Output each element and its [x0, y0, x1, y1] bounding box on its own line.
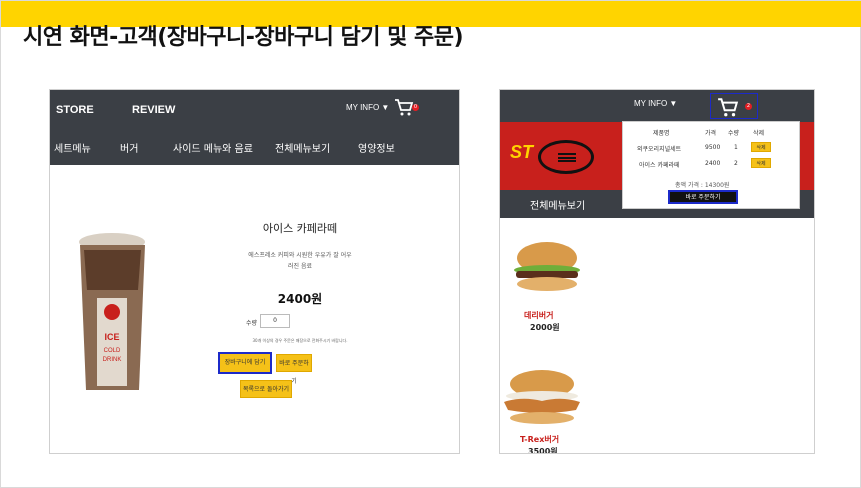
quantity-input[interactable]: 0 [260, 314, 290, 328]
svg-text:DRINK: DRINK [103, 357, 122, 363]
svg-text:ICE: ICE [104, 332, 119, 342]
product-detail-screenshot: STORE REVIEW MY INFO ▼ 0 세트메뉴 버거 사이드 메뉴와… [49, 89, 460, 454]
cart-row-1-name: 외쿠오리지널세트 [637, 146, 682, 153]
myinfo-menu[interactable]: MY INFO ▼ [634, 99, 677, 108]
cart-row-1-qty: 1 [734, 144, 738, 151]
nav-review-link[interactable]: REVIEW [132, 104, 175, 116]
myinfo-menu[interactable]: MY INFO ▼ [346, 103, 389, 112]
cart-order-now-button[interactable]: 바로 주문하기 [668, 190, 738, 204]
col-qty: 수량 [728, 130, 740, 137]
order-note: 30개 이상의 경우 주문은 매장으로 전화주시기 바랍니다. [252, 338, 348, 343]
slide-title: 시연 화면-고객(장바구니-장바구니 담기 및 주문) [23, 25, 464, 50]
product-description-line1: 에스프레소 커피와 시원한 우유가 잘 어우 [248, 252, 352, 259]
back-to-list-button[interactable]: 목록으로 돌아가기 [240, 380, 292, 398]
cart-row-2-price: 2400 [705, 160, 721, 167]
cart-row-1-price: 9500 [705, 144, 721, 151]
banner-text: ST [510, 142, 534, 162]
product-description-line2: 러진 음료 [288, 263, 312, 270]
quantity-label: 수량 [246, 320, 258, 327]
cart-row-1-delete-button[interactable]: 삭제 [751, 142, 771, 152]
col-product-name: 제품명 [653, 130, 670, 137]
cart-icon [395, 99, 414, 116]
nav-all-menu[interactable]: 전체메뉴보기 [530, 197, 585, 212]
product-price: 2400원 [277, 292, 323, 306]
product-name: 아이스 카페라떼 [262, 222, 338, 235]
top-nav: MY INFO ▼ 2 [500, 90, 814, 122]
category-all-menu[interactable]: 전체메뉴보기 [275, 140, 330, 155]
category-set-menu[interactable]: 세트메뉴 [54, 140, 91, 155]
cart-count-badge: 2 [745, 103, 752, 110]
order-now-button[interactable]: 바로 주문하기 [276, 354, 312, 385]
cart-row-2-delete-button[interactable]: 삭제 [751, 158, 771, 168]
col-delete: 삭제 [753, 130, 765, 137]
menu-item-1-price: 2000원 [530, 323, 560, 332]
cart-row-2-name: 아이스 카페라떼 [639, 162, 680, 169]
svg-text:COLD: COLD [104, 348, 121, 354]
nav-store-link[interactable]: STORE [56, 104, 94, 116]
cart-button[interactable]: 0 [394, 97, 420, 119]
iced-latte-image: ICE COLD DRINK [75, 230, 150, 395]
col-price: 가격 [705, 130, 717, 137]
slide: 시연 화면-고객(장바구니-장바구니 담기 및 주문) STORE REVIEW… [0, 0, 861, 488]
product-description: 에스프레소 커피와 시원한 우유가 잘 어우 러진 음료 [215, 250, 385, 272]
teri-burger-image [512, 240, 582, 295]
menu-item-1-name[interactable]: 데리버거 [524, 310, 553, 321]
menu-item-2-name[interactable]: T-Rex버거 [520, 434, 559, 445]
cart-icon [718, 98, 739, 117]
cart-row-2-qty: 2 [734, 160, 738, 167]
category-burger[interactable]: 버거 [120, 140, 138, 155]
t-rex-burger-image [502, 368, 582, 426]
cart-count-badge: 0 [412, 104, 419, 111]
cart-total: 총액 가격 : 14300원 [675, 182, 730, 189]
category-nutrition[interactable]: 영양정보 [358, 140, 395, 155]
add-to-cart-button[interactable]: 장바구니에 담기 [218, 352, 272, 374]
cart-dropdown: 제품명 가격 수량 삭제 외쿠오리지널세트 9500 1 삭제 아이스 카페라떼… [622, 121, 800, 209]
cart-dropdown-screenshot: MY INFO ▼ 2 ST 전체메뉴보기 제품명 가격 수량 삭제 외쿠오리지… [499, 89, 815, 454]
cart-button[interactable]: 2 [710, 93, 758, 119]
top-nav: STORE REVIEW MY INFO ▼ 0 세트메뉴 버거 사이드 메뉴와… [50, 90, 459, 165]
menu-item-2-price: 3500원 [528, 447, 558, 454]
brand-emblem-icon [538, 140, 594, 174]
category-side-drink[interactable]: 사이드 메뉴와 음료 [173, 140, 253, 155]
